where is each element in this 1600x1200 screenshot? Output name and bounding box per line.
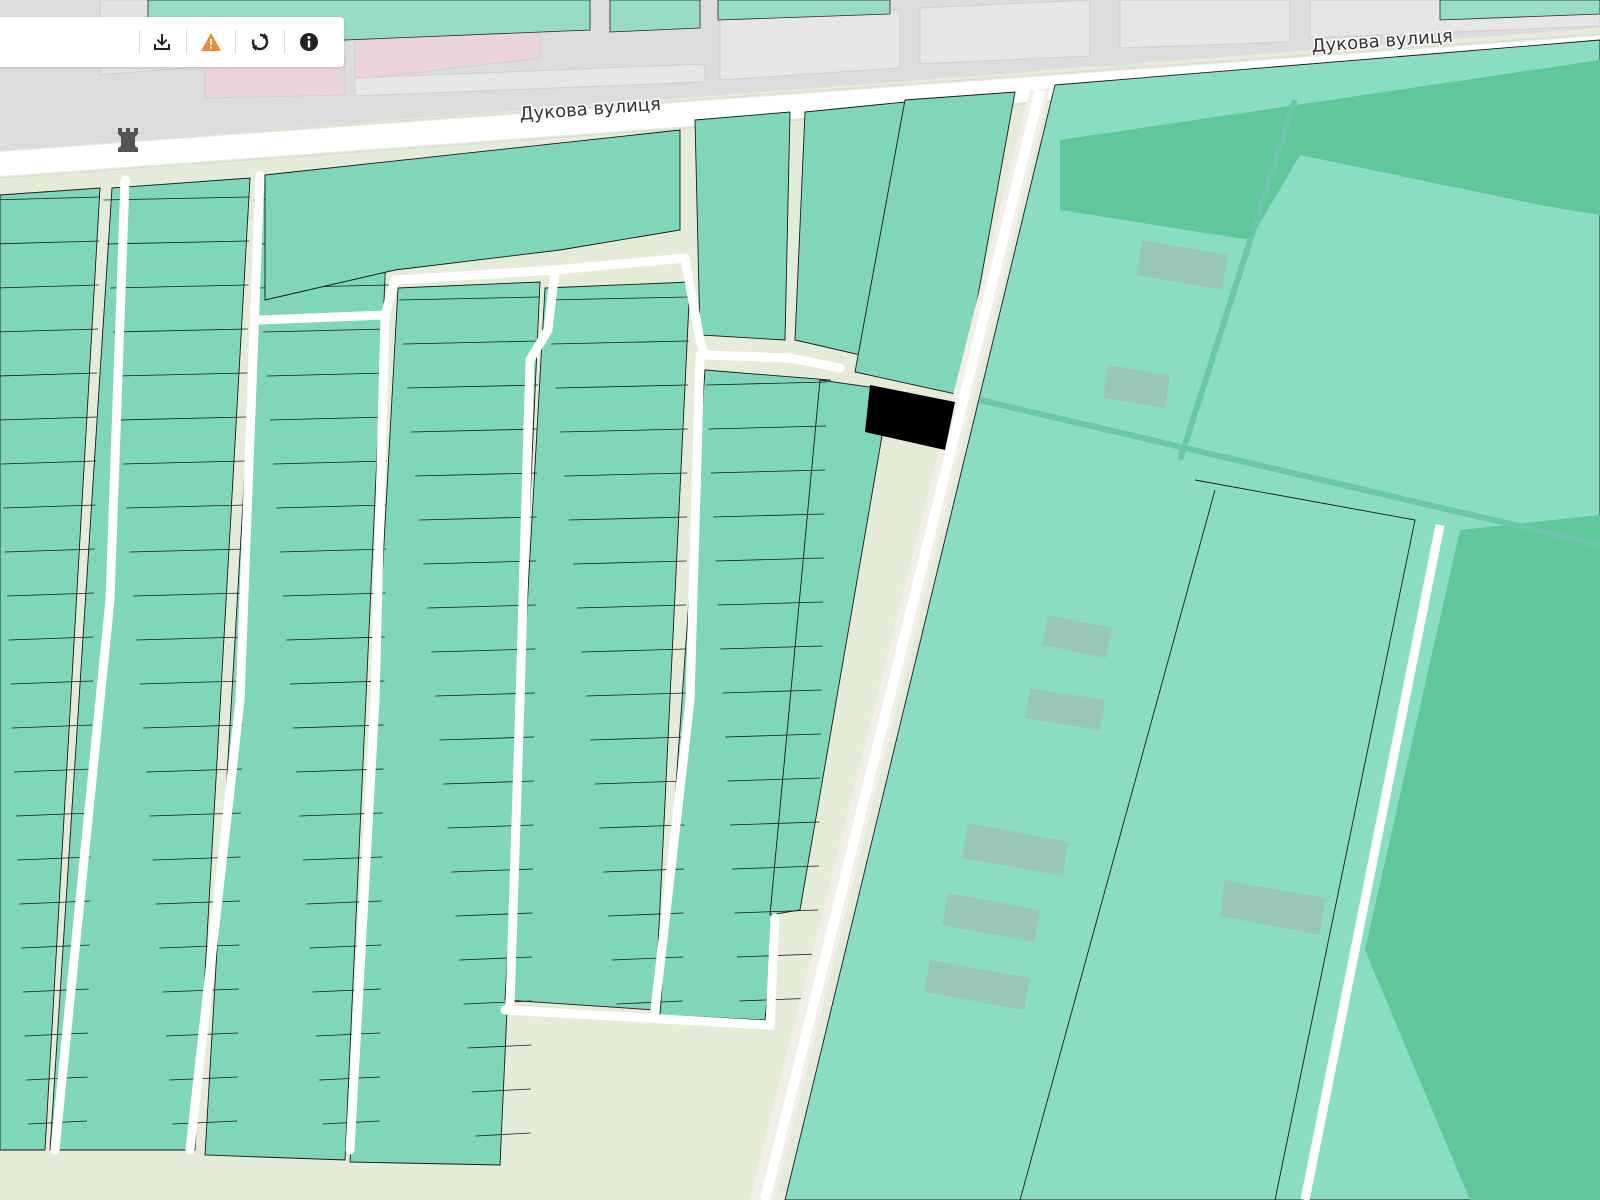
- warning-icon: [201, 33, 221, 51]
- warning-button[interactable]: [195, 26, 227, 58]
- toolbar-divider: [186, 30, 187, 54]
- toolbar-divider: [139, 30, 140, 54]
- map-canvas[interactable]: Дукова вулиця Дукова вулиця: [0, 0, 1600, 1200]
- refresh-icon: [251, 33, 269, 51]
- search-area[interactable]: [0, 17, 138, 67]
- map-toolbar: [0, 17, 344, 67]
- info-icon: [300, 33, 318, 51]
- refresh-button[interactable]: [244, 26, 276, 58]
- toolbar-divider: [235, 30, 236, 54]
- historic-monument-icon[interactable]: [118, 128, 138, 152]
- download-icon: [154, 34, 170, 50]
- toolbar-divider: [284, 30, 285, 54]
- download-button[interactable]: [146, 26, 178, 58]
- info-button[interactable]: [293, 26, 325, 58]
